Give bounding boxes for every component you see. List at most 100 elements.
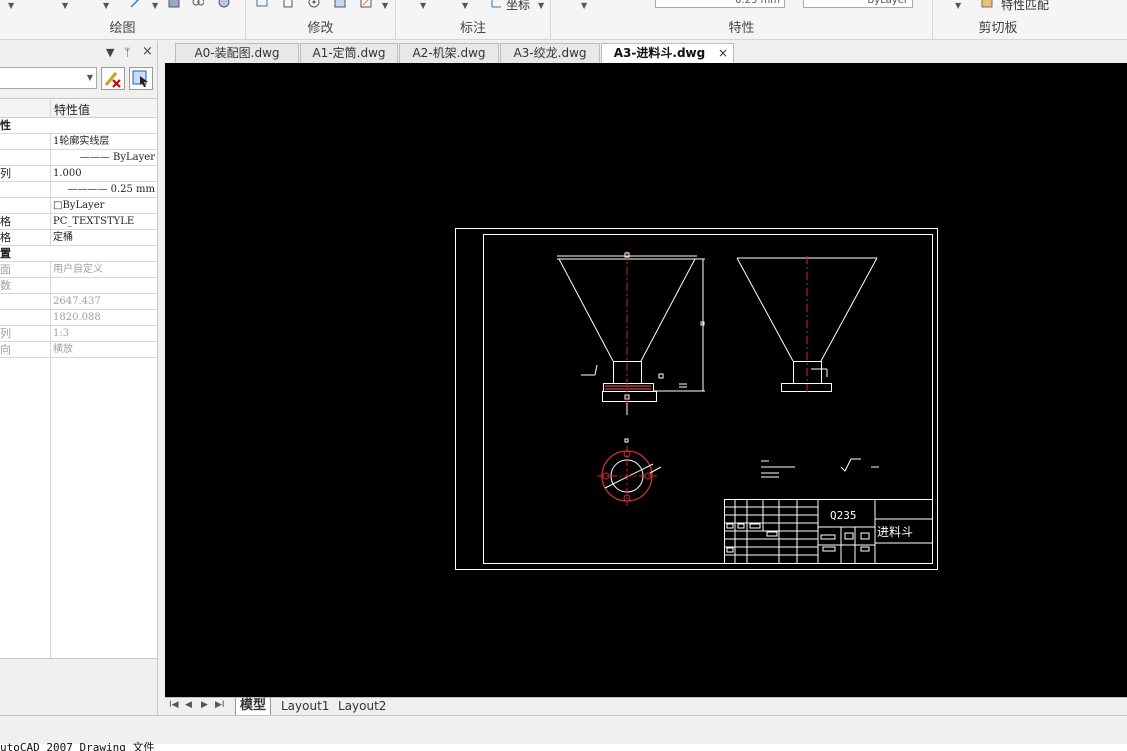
tab-a2[interactable]: A2-机架.dwg [399, 43, 499, 63]
property-name [0, 150, 50, 166]
tab-a3-jiaolong[interactable]: A3-绞龙.dwg [500, 43, 600, 63]
pin-icon[interactable]: ᛘ [124, 46, 131, 59]
property-row[interactable]: 格 定桶 [0, 230, 157, 246]
select-objects-button[interactable] [129, 67, 153, 90]
flange-top-view [601, 438, 662, 502]
property-row[interactable]: 数 [0, 278, 157, 294]
tab-a0[interactable]: A0-装配图.dwg [175, 43, 299, 63]
property-value: □ByLayer [53, 200, 105, 211]
property-value: PC_TEXTSTYLE [53, 216, 135, 227]
select-objects-icon [132, 70, 148, 87]
dropdown-arrow[interactable]: ▼ [462, 1, 468, 10]
ribbon-group-label: 特性 [728, 21, 755, 36]
ribbon-group-label: 修改 [307, 21, 334, 36]
lineweight-field[interactable]: 0.25 mm [655, 0, 785, 8]
drawing-canvas[interactable]: Q235 进料斗 [165, 63, 1127, 697]
tab-a3-jinliaodou[interactable]: A3-进料斗.dwg × [601, 43, 734, 64]
property-name [0, 310, 50, 326]
prev-layout-icon[interactable]: ◀ [185, 700, 192, 710]
property-value [53, 246, 155, 262]
tab-layout1[interactable]: Layout1 [277, 698, 333, 715]
tab-close-icon[interactable]: × [718, 44, 728, 63]
align-icon[interactable] [256, 0, 268, 8]
ribbon-group-clipboard: ▼ 特性匹配 剪切板 [933, 0, 1063, 40]
file-tabs: A0-装配图.dwg A1-定筒.dwg A2-机架.dwg A3-绞龙.dwg… [165, 41, 1127, 64]
panel-menu-icon[interactable]: ▼ [106, 46, 114, 59]
property-value [53, 278, 155, 294]
hatch-icon[interactable] [168, 0, 180, 8]
value-column-header: 特性值 [54, 103, 91, 117]
dropdown-arrow[interactable]: ▼ [152, 1, 158, 10]
property-category[interactable]: 性 [0, 118, 157, 134]
tab-label: A1-定筒.dwg [312, 46, 386, 60]
dropdown-arrow[interactable]: ▼ [8, 1, 14, 10]
dropdown-arrow[interactable]: ▼ [103, 1, 109, 10]
dropdown-arrow[interactable]: ▼ [538, 1, 544, 10]
property-row[interactable]: 1轮廓实线层 [0, 134, 157, 150]
dropdown-arrow[interactable]: ▼ [62, 1, 68, 10]
property-name [0, 134, 50, 150]
tab-a1[interactable]: A1-定筒.dwg [300, 43, 398, 63]
property-value: 1:3 [53, 328, 70, 339]
property-row[interactable]: 列 1:3 [0, 326, 157, 342]
property-row[interactable]: □ByLayer [0, 198, 157, 214]
property-name [0, 294, 50, 310]
drawing-svg: Q235 进料斗 [455, 228, 938, 570]
property-name: 面 [0, 263, 11, 276]
first-layout-icon[interactable]: I◀ [169, 700, 179, 710]
copy-icon[interactable] [282, 0, 294, 8]
property-name: 列 [0, 167, 11, 180]
ribbon-group-label: 绘图 [109, 21, 136, 36]
property-name: 性 [0, 119, 11, 132]
property-name [0, 182, 50, 198]
tab-layout2[interactable]: Layout2 [334, 698, 390, 715]
hopper-front-view [557, 255, 705, 415]
property-row[interactable]: ——— ByLayer [0, 150, 157, 166]
property-value: 1轮廓实线层 [53, 136, 110, 147]
property-name: 数 [0, 279, 11, 292]
property-row[interactable]: 面 用户自定义 [0, 262, 157, 278]
coordinate-label[interactable]: 坐标 [506, 0, 530, 13]
edit-icon[interactable] [360, 0, 372, 8]
next-layout-icon[interactable]: ▶ [201, 700, 208, 710]
property-row[interactable]: 2647.437 [0, 294, 157, 310]
grid-header: 特性值 [0, 99, 157, 118]
coordinate-icon[interactable] [490, 0, 502, 8]
array-icon[interactable] [334, 0, 346, 8]
dropdown-arrow[interactable]: ▼ [581, 1, 587, 10]
property-row[interactable]: 列 1.000 [0, 166, 157, 182]
property-row[interactable]: 1820.088 [0, 310, 157, 326]
bylayer-field[interactable]: ByLayer [803, 0, 913, 8]
region-icon[interactable] [192, 0, 204, 8]
close-icon[interactable]: × [142, 44, 153, 59]
property-row[interactable]: ———— 0.25 mm [0, 182, 157, 198]
tab-model[interactable]: 模型 [235, 698, 272, 715]
part-name-label: 进料斗 [877, 525, 913, 539]
dropdown-arrow[interactable]: ▼ [420, 1, 426, 10]
property-name [0, 198, 50, 214]
command-line[interactable]: utoCAD 2007 Drawing 文件 [0, 741, 1127, 751]
property-row[interactable]: 格 PC_TEXTSTYLE [0, 214, 157, 230]
match-properties-icon[interactable] [981, 0, 993, 8]
ribbon-group-dimension: ▼ ▼ 坐标 ▼ 标注 [396, 0, 551, 40]
object-selector[interactable]: ▼ [0, 67, 97, 89]
dropdown-arrow[interactable]: ▼ [955, 1, 961, 10]
last-layout-icon[interactable]: ▶I [215, 700, 225, 710]
rotate-icon[interactable] [308, 0, 320, 8]
ribbon: ▼ ▼ ▼ ▼ 绘图 ▼ 修改 ▼ ▼ 坐标 ▼ 标注 ▼ 0.25 mm By… [0, 0, 1127, 40]
property-name: 置 [0, 247, 11, 260]
boundary-icon[interactable] [218, 0, 230, 8]
property-category[interactable]: 置 [0, 246, 157, 262]
material-label: Q235 [830, 509, 857, 522]
toggle-pickadd-button[interactable] [101, 67, 125, 90]
match-properties-label[interactable]: 特性匹配 [1001, 0, 1049, 13]
dropdown-arrow[interactable]: ▼ [382, 1, 388, 10]
property-row[interactable]: 向 横放 [0, 342, 157, 358]
property-value: 2647.437 [53, 296, 101, 307]
panel-footer [0, 658, 157, 715]
line-icon[interactable] [130, 0, 142, 8]
property-value: 横放 [53, 344, 73, 355]
tab-label: A0-装配图.dwg [194, 46, 280, 60]
tab-label: A3-进料斗.dwg [613, 46, 706, 60]
property-value: 定桶 [53, 232, 73, 243]
